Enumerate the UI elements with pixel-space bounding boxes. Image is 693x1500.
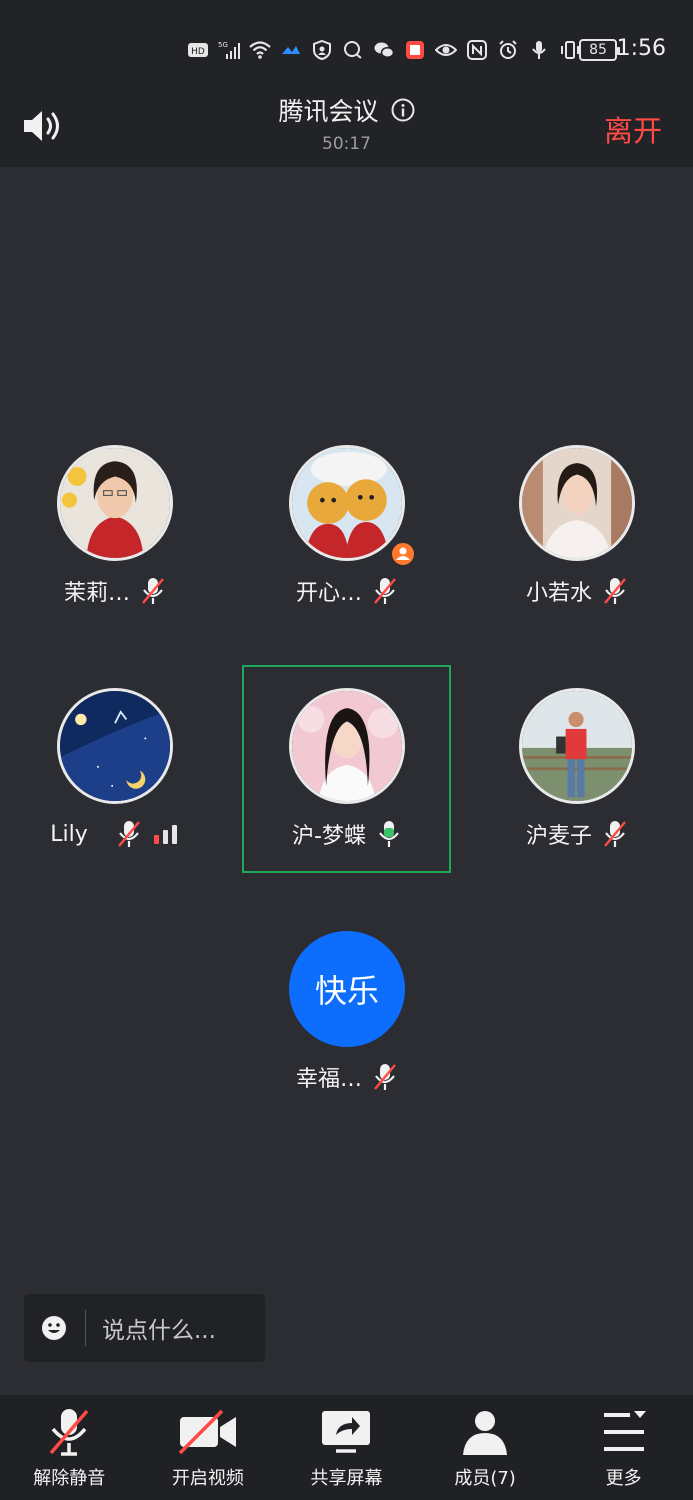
mic-muted-icon: [372, 1062, 398, 1092]
mic-muted-icon: [602, 819, 628, 849]
participant-tile-active[interactable]: 沪-梦蝶: [247, 688, 447, 849]
participant-tile[interactable]: Lily: [15, 688, 215, 849]
mic-active-icon: [376, 819, 402, 849]
status-icons: HD 5G: [187, 36, 581, 64]
share-screen-label: 共享屏幕: [310, 1468, 383, 1489]
chat-bubble-icon: [342, 39, 364, 61]
title-block: 腾讯会议 50:17: [0, 92, 693, 154]
status-time: 1:56: [616, 36, 666, 61]
mic-off-icon: [37, 1405, 101, 1459]
avatar: [289, 445, 405, 561]
app-notification-icon: [280, 39, 302, 61]
participant-tile[interactable]: 开心…: [247, 445, 447, 606]
participant-name-row: 开心…: [247, 576, 447, 606]
shield-icon: [311, 39, 333, 61]
text-avatar: 快乐: [289, 931, 405, 1047]
share-screen-icon: [314, 1405, 378, 1459]
vibrate-icon: [559, 39, 581, 61]
participant-tile[interactable]: 沪麦子: [477, 688, 677, 849]
mic-muted-icon: [116, 819, 142, 849]
meeting-header: 腾讯会议 50:17 离开: [0, 90, 693, 167]
avatar: [519, 688, 635, 804]
avatar: [57, 688, 173, 804]
more-menu-icon: [592, 1405, 656, 1459]
alarm-icon: [497, 39, 519, 61]
chat-divider: [85, 1310, 86, 1346]
share-screen-button[interactable]: 共享屏幕: [277, 1395, 416, 1500]
mic-icon: [528, 39, 550, 61]
red-app-icon: [404, 39, 426, 61]
participant-tile[interactable]: 小若水: [477, 445, 677, 606]
participant-name-row: 幸福…: [247, 1062, 447, 1092]
participant-name: 小若水: [525, 581, 592, 606]
participant-name: Lily: [50, 821, 88, 847]
members-icon: [453, 1405, 517, 1459]
chat-input[interactable]: 说点什么...: [24, 1294, 265, 1362]
participant-name-row: 小若水: [477, 576, 677, 606]
wifi-icon: [249, 39, 271, 61]
more-label: 更多: [605, 1468, 642, 1489]
participant-tile[interactable]: 快乐 幸福…: [247, 931, 447, 1092]
participant-name: 开心…: [295, 581, 362, 606]
wechat-icon: [373, 39, 395, 61]
5g-signal-icon: 5G: [218, 39, 240, 61]
nfc-icon: [466, 39, 488, 61]
eye-icon: [435, 39, 457, 61]
participant-name: 茉莉…: [63, 581, 130, 606]
mic-muted-icon: [372, 576, 398, 606]
meeting-timer: 50:17: [322, 134, 371, 154]
network-signal-icon: [152, 823, 180, 845]
more-button[interactable]: 更多: [554, 1395, 693, 1500]
meeting-title-text: 腾讯会议: [278, 97, 379, 126]
leave-button[interactable]: 离开: [604, 108, 662, 150]
mic-muted-icon: [140, 576, 166, 606]
battery-indicator: 85: [579, 39, 620, 61]
avatar: [519, 445, 635, 561]
participant-name: 幸福…: [295, 1067, 362, 1092]
participant-name: 沪-梦蝶: [292, 824, 366, 849]
unmute-label: 解除静音: [33, 1468, 106, 1489]
status-bar: HD 5G 85 1:56: [0, 0, 693, 90]
members-button[interactable]: 成员(7): [416, 1395, 555, 1500]
unmute-button[interactable]: 解除静音: [0, 1395, 139, 1500]
emoji-icon[interactable]: [41, 1315, 67, 1341]
svg-text:HD: HD: [191, 47, 205, 57]
hd-icon: HD: [187, 39, 209, 61]
participant-tile[interactable]: 茉莉…: [15, 445, 215, 606]
start-video-button[interactable]: 开启视频: [139, 1395, 278, 1500]
participant-name-row: 沪麦子: [477, 819, 677, 849]
avatar: [289, 688, 405, 804]
mic-muted-icon: [602, 576, 628, 606]
bottom-toolbar: 解除静音 开启视频 共享屏幕 成员(7) 更多: [0, 1395, 693, 1500]
video-off-icon: [176, 1405, 240, 1459]
avatar: [57, 445, 173, 561]
participant-name: 沪麦子: [525, 824, 592, 849]
info-icon[interactable]: [391, 98, 415, 122]
svg-text:5G: 5G: [218, 41, 228, 49]
host-badge-icon: [390, 541, 416, 567]
participant-name-row: 沪-梦蝶: [247, 819, 447, 849]
meeting-title[interactable]: 腾讯会议: [278, 92, 414, 128]
participant-name-row: Lily: [15, 819, 215, 849]
chat-placeholder: 说点什么...: [102, 1318, 216, 1344]
start-video-label: 开启视频: [171, 1468, 244, 1489]
participant-name-row: 茉莉…: [15, 576, 215, 606]
members-label: 成员(7): [454, 1468, 516, 1489]
